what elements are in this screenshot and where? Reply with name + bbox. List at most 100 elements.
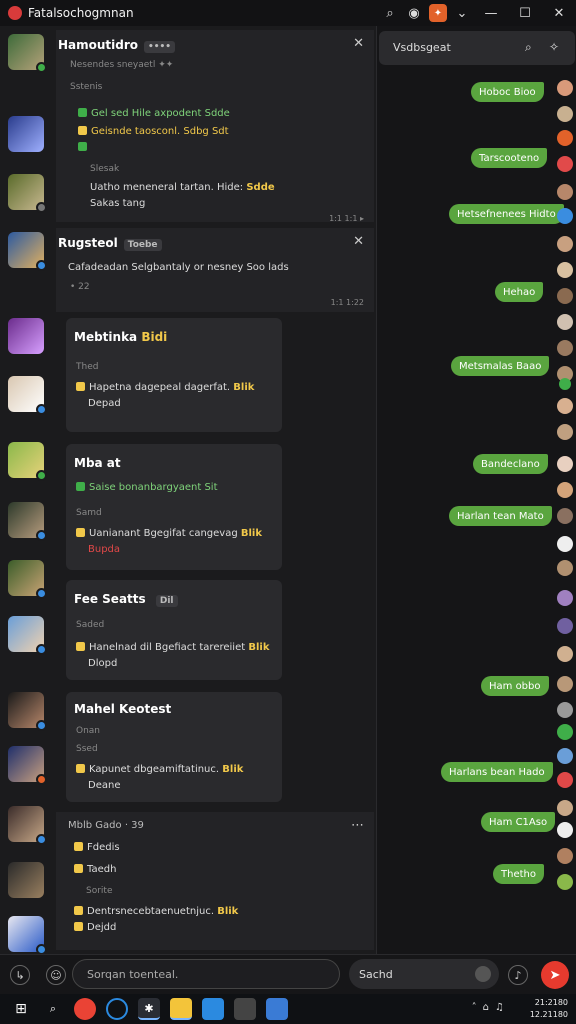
avatar[interactable] [8,502,47,541]
avatar[interactable] [557,208,573,224]
avatar[interactable] [559,378,571,390]
avatar[interactable] [557,618,573,634]
thread-line: Uatho meneneral tartan. Hide: Sdde [90,182,275,193]
avatar[interactable] [557,80,573,96]
avatar[interactable] [557,314,573,330]
emoji-icon[interactable]: ☺ [46,965,66,985]
avatar[interactable] [557,724,573,740]
attach-icon[interactable]: ↳ [10,965,30,985]
avatar[interactable] [557,262,573,278]
avatar[interactable] [8,560,47,599]
avatar[interactable] [557,424,573,440]
thread-card[interactable]: Rugsteol Toebe ✕ Cafadeadan Selgbantaly o… [56,228,374,312]
record-icon[interactable]: ◉ [402,0,426,26]
avatar[interactable] [557,772,573,788]
search-field[interactable]: Sachd [349,959,499,989]
avatar[interactable] [8,116,44,152]
send-button[interactable]: ➤ [541,961,569,989]
avatar[interactable] [557,646,573,662]
avatar[interactable] [557,340,573,356]
pin-icon[interactable]: ⌄ [450,0,474,26]
avatar[interactable] [557,800,573,816]
volume-icon[interactable]: ♫ [495,1002,504,1013]
message-bubble[interactable]: Harlan tean Mato [449,506,552,526]
message-bubble[interactable]: Metsmalas Baao [451,356,550,376]
maximize-button[interactable]: ☐ [508,0,542,26]
search-icon[interactable]: ⌕ [42,998,64,1020]
avatar[interactable] [557,508,573,524]
thread-card[interactable]: Fee Seatts Dil Saded Hanelnad dil Bgefia… [66,580,282,680]
message-bubble[interactable]: Bandeclano [473,454,548,474]
clock[interactable]: 21:2180 12.21180 [530,997,568,1021]
avatar[interactable] [557,288,573,304]
title-bar: Fatalsochogmnan ⌕ ◉ ✦ ⌄ — ☐ ✕ [0,0,576,26]
more-icon[interactable]: ⋯ [351,818,364,833]
camera-icon[interactable] [234,998,256,1020]
message-bubble[interactable]: Ham obbo [481,676,549,696]
avatar[interactable] [8,746,47,785]
thread-pill: Toebe [123,239,162,251]
avatar[interactable] [8,442,47,481]
thread-card[interactable]: Mba at Saise bonanbargyaent Sit Samd Uan… [66,444,282,570]
chevron-up-icon[interactable]: ˄ [472,1002,477,1013]
avatar[interactable] [557,398,573,414]
avatar[interactable] [557,590,573,606]
avatar[interactable] [8,376,47,415]
edge-icon[interactable] [106,998,128,1020]
folder-icon[interactable] [170,998,192,1020]
message-bubble[interactable]: Thetho [493,864,544,884]
avatar[interactable] [8,318,44,354]
close-button[interactable]: ✕ [542,0,576,26]
avatar[interactable] [8,692,47,731]
avatar[interactable] [8,616,47,655]
avatar[interactable] [8,862,44,898]
avatar[interactable] [8,174,47,213]
avatar[interactable] [557,130,573,146]
thread-card[interactable]: Mebtinka Bidi Thed Hapetna dagepeal dage… [66,318,282,432]
thread-card[interactable]: Hamoutidro •••• ✕ Nesendes sneyaetl ✦✦ Ss… [56,30,374,223]
search-icon[interactable]: ⌕ [525,40,532,55]
avatar[interactable] [557,874,573,890]
message-input[interactable]: Sorqan toenteal. [72,959,340,989]
message-bubble[interactable]: Hehao [495,282,544,302]
avatar[interactable] [557,748,573,764]
avatar[interactable] [557,848,573,864]
store-icon[interactable] [202,998,224,1020]
message-bubble[interactable]: Tarscooteno [471,148,548,168]
message-bubble[interactable]: Hetsefnenees Hidto [449,204,564,224]
browser-icon[interactable] [74,998,96,1020]
code-icon[interactable] [266,998,288,1020]
avatar[interactable] [8,806,47,845]
avatar[interactable] [8,232,47,271]
avatar[interactable] [8,34,47,73]
avatar[interactable] [557,560,573,576]
avatar[interactable] [557,106,573,122]
avatar[interactable] [557,702,573,718]
app-icon[interactable]: ✱ [138,998,160,1020]
pin-icon[interactable]: ✧ [549,40,559,54]
search-icon[interactable]: ⌕ [378,0,402,26]
message-bubble[interactable]: Ham C1Aso [481,812,556,832]
thread-card[interactable]: Mblb Gado · 39 ⋯ Fdedis Taedh Sorite Den… [56,812,374,950]
avatar[interactable] [8,916,47,955]
avatar[interactable] [557,822,573,838]
voice-icon[interactable]: ♪ [508,965,528,985]
windows-start-icon[interactable]: ⊞ [10,998,32,1020]
close-icon[interactable]: ✕ [353,36,364,51]
minimize-button[interactable]: — [474,0,508,26]
filter-icon[interactable] [475,966,491,982]
avatar[interactable] [557,236,573,252]
avatar[interactable] [557,456,573,472]
message-bubble[interactable]: Hoboc Bioo [471,82,544,102]
close-icon[interactable]: ✕ [353,234,364,249]
avatar[interactable] [557,676,573,692]
spark-icon [76,382,85,391]
network-icon[interactable]: ⌂ [483,1002,489,1013]
avatar[interactable] [557,536,573,552]
thread-card[interactable]: Mahel Keotest Onan Ssed Kapunet dbgeamif… [66,692,282,802]
message-bubble[interactable]: Harlans bean Hado [441,762,553,782]
avatar[interactable] [557,156,573,172]
profile-badge-icon[interactable]: ✦ [429,4,447,22]
avatar[interactable] [557,482,573,498]
avatar[interactable] [557,184,573,200]
